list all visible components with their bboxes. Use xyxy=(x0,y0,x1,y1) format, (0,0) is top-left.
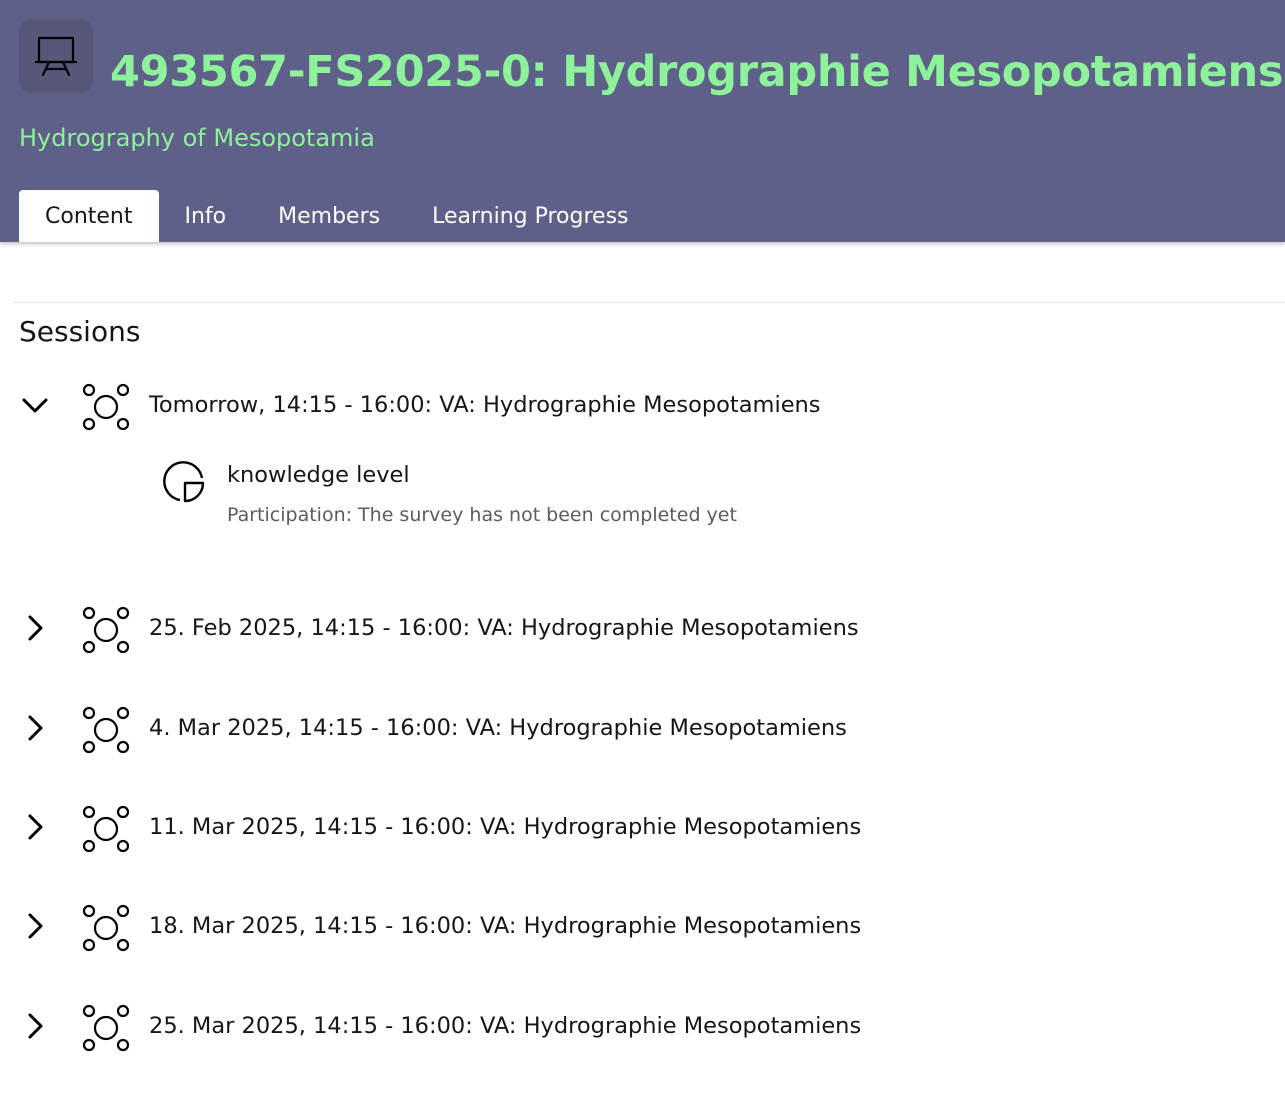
session-row: 18. Mar 2025, 14:15 - 16:00: VA: Hydrogr… xyxy=(0,901,1285,955)
session-row: 11. Mar 2025, 14:15 - 16:00: VA: Hydrogr… xyxy=(0,802,1285,856)
tab-bar: Content Info Members Learning Progress xyxy=(19,190,655,242)
session-icon xyxy=(80,802,132,854)
tab-info[interactable]: Info xyxy=(159,190,253,242)
chevron-right-icon[interactable] xyxy=(18,711,52,745)
presentation-board-icon xyxy=(19,19,93,93)
chevron-right-icon[interactable] xyxy=(18,1009,52,1043)
session-row: 25. Feb 2025, 14:15 - 16:00: VA: Hydrogr… xyxy=(0,603,1285,657)
survey-item: knowledge level Participation: The surve… xyxy=(160,458,860,538)
session-icon xyxy=(80,1001,132,1053)
session-row: 4. Mar 2025, 14:15 - 16:00: VA: Hydrogra… xyxy=(0,703,1285,757)
page-subtitle: Hydrography of Mesopotamia xyxy=(19,124,375,152)
survey-title[interactable]: knowledge level xyxy=(227,460,410,490)
session-icon xyxy=(80,603,132,655)
section-title: Sessions xyxy=(19,315,141,348)
tab-learning-progress[interactable]: Learning Progress xyxy=(406,190,654,242)
session-label[interactable]: 18. Mar 2025, 14:15 - 16:00: VA: Hydrogr… xyxy=(149,911,861,941)
session-label[interactable]: 25. Feb 2025, 14:15 - 16:00: VA: Hydrogr… xyxy=(149,613,859,643)
session-label[interactable]: Tomorrow, 14:15 - 16:00: VA: Hydrographi… xyxy=(149,390,821,420)
session-icon xyxy=(80,901,132,953)
session-row: 25. Mar 2025, 14:15 - 16:00: VA: Hydrogr… xyxy=(0,1001,1285,1055)
survey-pie-icon xyxy=(160,458,206,504)
chevron-right-icon[interactable] xyxy=(18,611,52,645)
session-icon xyxy=(80,703,132,755)
chevron-right-icon[interactable] xyxy=(18,810,52,844)
chevron-down-icon[interactable] xyxy=(18,388,52,422)
survey-status: Participation: The survey has not been c… xyxy=(227,504,737,526)
session-icon xyxy=(80,380,132,432)
session-row: Tomorrow, 14:15 - 16:00: VA: Hydrographi… xyxy=(0,380,1285,434)
tab-members[interactable]: Members xyxy=(252,190,406,242)
session-label[interactable]: 4. Mar 2025, 14:15 - 16:00: VA: Hydrogra… xyxy=(149,713,847,743)
tab-content[interactable]: Content xyxy=(19,190,159,242)
session-label[interactable]: 25. Mar 2025, 14:15 - 16:00: VA: Hydrogr… xyxy=(149,1011,861,1041)
chevron-right-icon[interactable] xyxy=(18,909,52,943)
session-label[interactable]: 11. Mar 2025, 14:15 - 16:00: VA: Hydrogr… xyxy=(149,812,861,842)
page-title: 493567-FS2025-0: Hydrographie Mesopotami… xyxy=(110,47,1284,97)
course-header: 493567-FS2025-0: Hydrographie Mesopotami… xyxy=(0,0,1285,242)
content-divider xyxy=(14,302,1285,303)
